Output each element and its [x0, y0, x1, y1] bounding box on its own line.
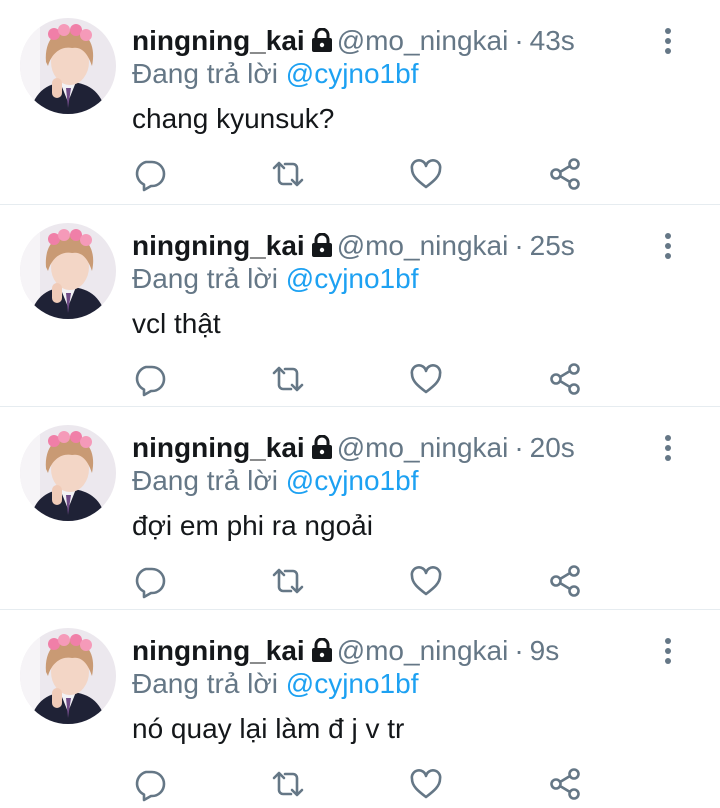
user-handle[interactable]: @mo_ningkai: [337, 432, 509, 463]
tweet-header: ningning_kai @mo_ningkai · 43s: [132, 24, 575, 60]
user-handle[interactable]: @mo_ningkai: [337, 230, 509, 261]
avatar[interactable]: [20, 628, 116, 724]
more-icon[interactable]: [656, 229, 680, 263]
avatar[interactable]: [20, 425, 116, 521]
mention-link[interactable]: @cyjno1bf: [286, 668, 419, 699]
user-handle[interactable]: @mo_ningkai: [337, 25, 509, 56]
tweet-text: nó quay lại làm đ j v tr: [132, 713, 405, 744]
display-name[interactable]: ningning_kai: [132, 635, 305, 666]
replying-to: Đang trả lời @cyjno1bf: [132, 667, 418, 701]
replying-to: Đang trả lời @cyjno1bf: [132, 464, 418, 498]
mention-link[interactable]: @cyjno1bf: [286, 465, 419, 496]
avatar[interactable]: [20, 18, 116, 114]
like-icon[interactable]: [408, 563, 444, 599]
retweet-icon[interactable]: [270, 156, 306, 192]
timestamp[interactable]: 43s: [530, 25, 575, 56]
retweet-icon[interactable]: [270, 361, 306, 397]
user-handle[interactable]: @mo_ningkai: [337, 635, 509, 666]
tweet-header: ningning_kai @mo_ningkai · 9s: [132, 634, 559, 670]
timestamp[interactable]: 20s: [530, 432, 575, 463]
avatar-image: [20, 425, 116, 521]
tweet[interactable]: ningning_kai @mo_ningkai · 43s Đang trả lời…: [0, 0, 720, 205]
separator-dot: ·: [514, 230, 524, 261]
avatar[interactable]: [20, 223, 116, 319]
tweet[interactable]: ningning_kai @mo_ningkai · 9s Đang trả lời …: [0, 610, 720, 808]
display-name[interactable]: ningning_kai: [132, 230, 305, 261]
more-icon[interactable]: [656, 431, 680, 465]
replying-to-label: Đang trả lời: [132, 263, 278, 294]
lock-icon: [311, 26, 333, 60]
tweet-text: vcl thật: [132, 308, 221, 339]
lock-icon: [311, 636, 333, 670]
lock-icon: [311, 433, 333, 467]
share-icon[interactable]: [547, 766, 583, 802]
separator-dot: ·: [514, 432, 524, 463]
replying-to: Đang trả lời @cyjno1bf: [132, 57, 418, 91]
replying-to: Đang trả lời @cyjno1bf: [132, 262, 418, 296]
mention-link[interactable]: @cyjno1bf: [286, 58, 419, 89]
like-icon[interactable]: [408, 156, 444, 192]
tweet[interactable]: ningning_kai @mo_ningkai · 20s Đang trả lời…: [0, 407, 720, 610]
more-icon[interactable]: [656, 24, 680, 58]
share-icon[interactable]: [547, 361, 583, 397]
like-icon[interactable]: [408, 361, 444, 397]
share-icon[interactable]: [547, 156, 583, 192]
timestamp[interactable]: 9s: [530, 635, 560, 666]
avatar-image: [20, 223, 116, 319]
mention-link[interactable]: @cyjno1bf: [286, 263, 419, 294]
replying-to-label: Đang trả lời: [132, 668, 278, 699]
reply-icon[interactable]: [131, 361, 167, 397]
separator-dot: ·: [514, 25, 524, 56]
replying-to-label: Đang trả lời: [132, 465, 278, 496]
separator-dot: ·: [514, 635, 524, 666]
tweet-header: ningning_kai @mo_ningkai · 25s: [132, 229, 575, 265]
retweet-icon[interactable]: [270, 766, 306, 802]
reply-icon[interactable]: [131, 156, 167, 192]
reply-icon[interactable]: [131, 563, 167, 599]
lock-icon: [311, 231, 333, 265]
display-name[interactable]: ningning_kai: [132, 25, 305, 56]
tweet-header: ningning_kai @mo_ningkai · 20s: [132, 431, 575, 467]
reply-icon[interactable]: [131, 766, 167, 802]
avatar-image: [20, 18, 116, 114]
tweet[interactable]: ningning_kai @mo_ningkai · 25s Đang trả lời…: [0, 205, 720, 407]
display-name[interactable]: ningning_kai: [132, 432, 305, 463]
retweet-icon[interactable]: [270, 563, 306, 599]
timestamp[interactable]: 25s: [530, 230, 575, 261]
tweet-text: đợi em phi ra ngoải: [132, 510, 373, 541]
more-icon[interactable]: [656, 634, 680, 668]
tweet-text: chang kyunsuk?: [132, 103, 335, 134]
share-icon[interactable]: [547, 563, 583, 599]
like-icon[interactable]: [408, 766, 444, 802]
avatar-image: [20, 628, 116, 724]
replying-to-label: Đang trả lời: [132, 58, 278, 89]
